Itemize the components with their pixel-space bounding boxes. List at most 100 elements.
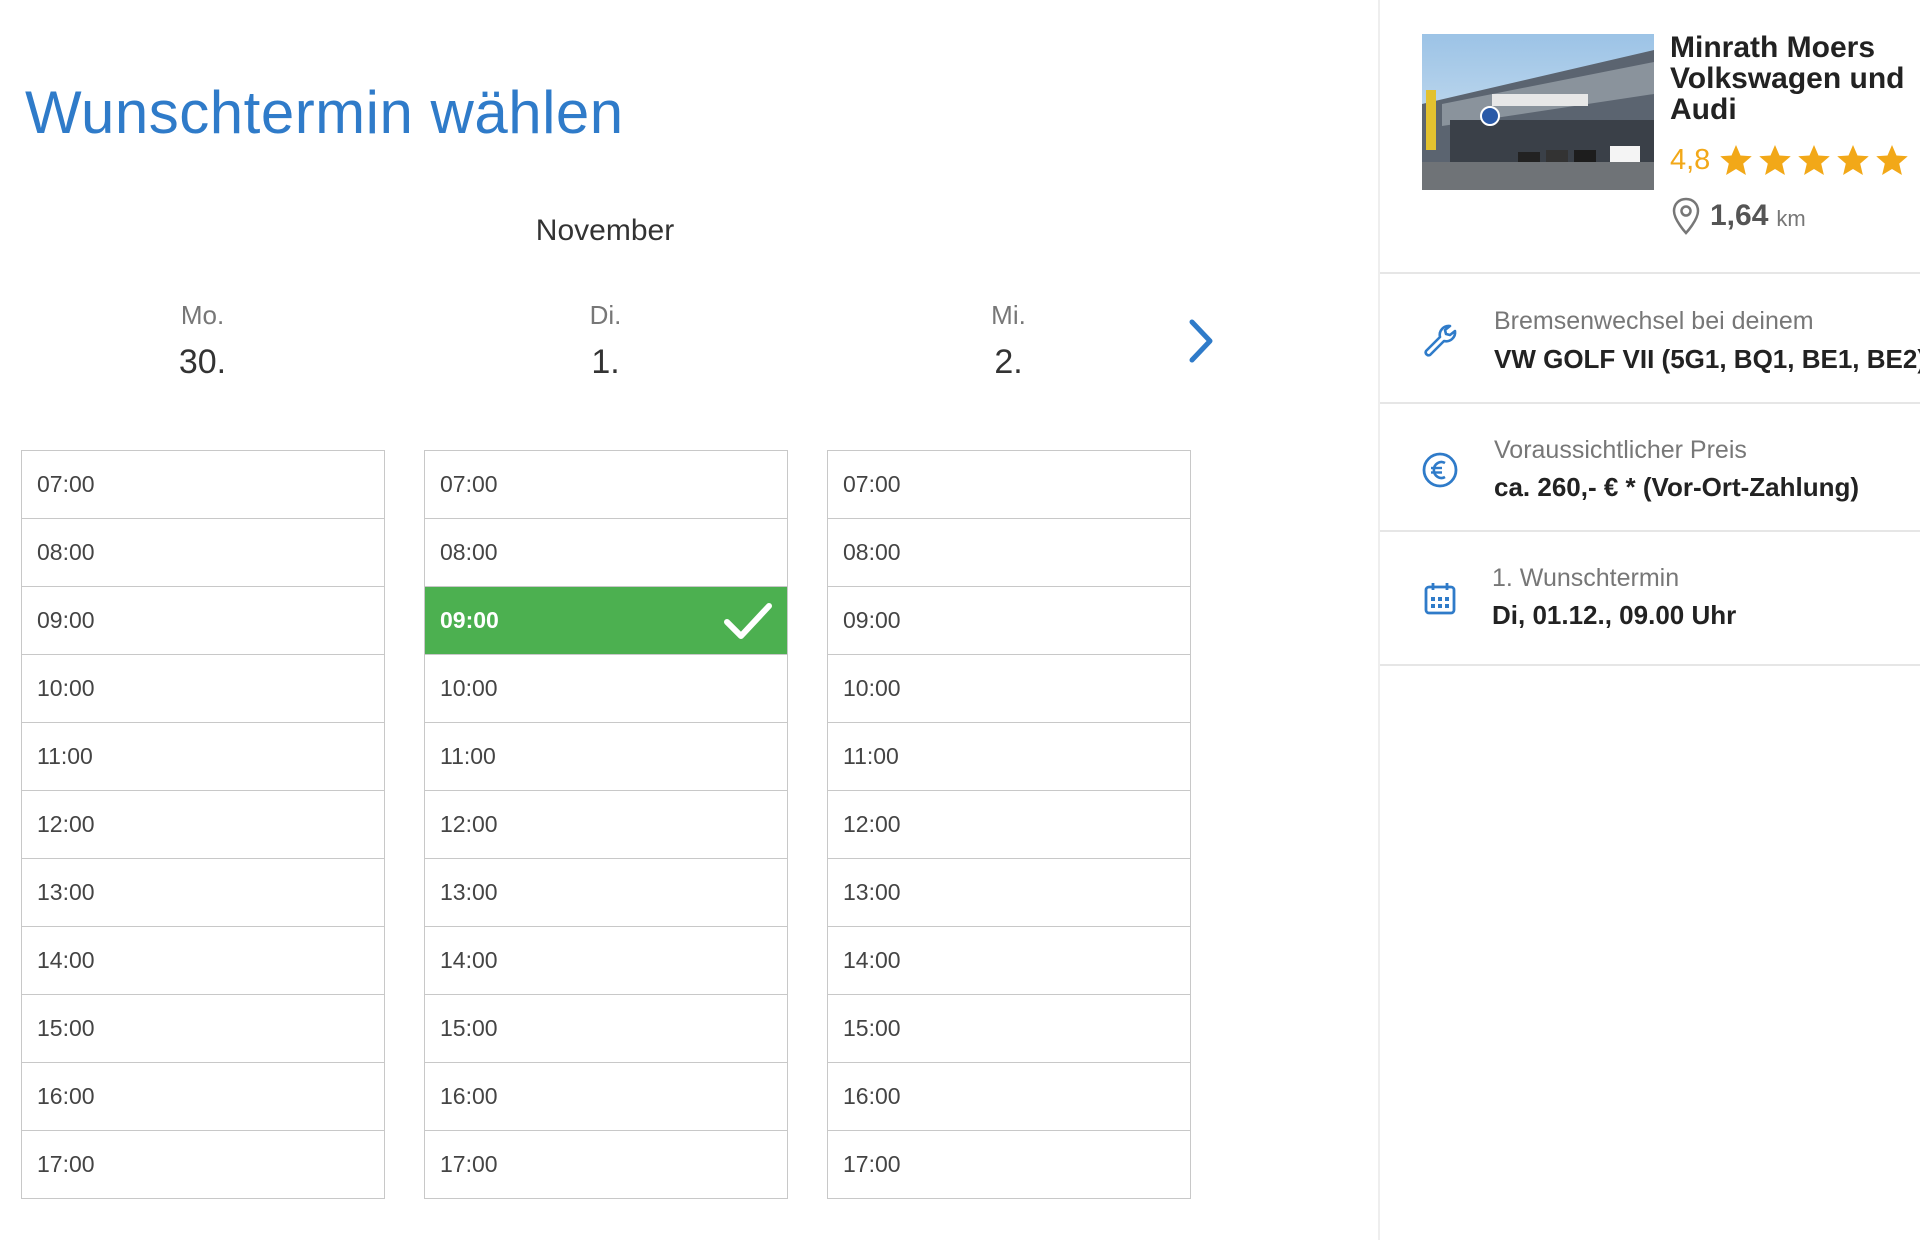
time-slot-label: 09:00 <box>440 607 499 633</box>
time-slot[interactable]: 12:00 <box>22 791 384 859</box>
time-slot[interactable]: 15:00 <box>828 995 1190 1063</box>
time-slot[interactable]: 15:00 <box>425 995 787 1063</box>
distance-unit: km <box>1776 206 1806 231</box>
time-slot[interactable]: 12:00 <box>425 791 787 859</box>
time-slot-label: 12:00 <box>843 811 901 837</box>
time-slot-label: 16:00 <box>440 1083 498 1109</box>
time-slot[interactable]: 14:00 <box>828 927 1190 995</box>
time-slot[interactable]: 11:00 <box>22 723 384 791</box>
time-slot[interactable]: 14:00 <box>22 927 384 995</box>
time-slot[interactable]: 07:00 <box>22 451 384 519</box>
time-slot[interactable]: 13:00 <box>22 859 384 927</box>
time-slot-label: 17:00 <box>843 1151 901 1177</box>
time-slot[interactable]: 17:00 <box>22 1131 384 1199</box>
service-info: Bremsenwechsel bei deinem VW GOLF VII (5… <box>1380 272 1920 402</box>
dealer-rating: 4,8 <box>1670 142 1913 178</box>
time-slot[interactable]: 08:00 <box>22 519 384 587</box>
time-slot-label: 11:00 <box>843 743 899 769</box>
day-number: 30. <box>178 343 227 381</box>
euro-icon <box>1422 452 1458 488</box>
day-name: Mo. <box>180 300 225 330</box>
time-slot[interactable]: 07:00 <box>425 451 787 519</box>
location-pin-icon <box>1672 197 1700 235</box>
time-slot[interactable]: 08:00 <box>828 519 1190 587</box>
time-slot-label: 07:00 <box>440 471 498 497</box>
time-slot[interactable]: 10:00 <box>22 655 384 723</box>
time-slot-label: 08:00 <box>843 539 901 565</box>
time-slot-label: 13:00 <box>37 879 95 905</box>
time-slot-label: 16:00 <box>37 1083 95 1109</box>
star-icon <box>1720 145 1753 175</box>
star-icon <box>1837 145 1870 175</box>
time-slot-label: 16:00 <box>843 1083 901 1109</box>
month-label: November <box>535 214 675 247</box>
timeslot-column-tuesday: 07:00 08:00 09:00 10:00 11:00 12:00 13:0… <box>424 450 788 1199</box>
time-slot-label: 15:00 <box>843 1015 901 1041</box>
calendar-icon <box>1424 583 1456 615</box>
day-name: Di. <box>589 300 622 330</box>
time-slot-label: 14:00 <box>440 947 498 973</box>
dealer-distance: 1,64 km <box>1670 196 1806 236</box>
time-slot-label: 15:00 <box>440 1015 498 1041</box>
time-slot[interactable]: 07:00 <box>828 451 1190 519</box>
service-value: VW GOLF VII (5G1, BQ1, BE1, BE2) <box>1494 344 1920 374</box>
time-slot-label: 10:00 <box>843 675 901 701</box>
main-panel: Wunschtermin wählen November Mo. 30. Di.… <box>0 0 1378 1240</box>
star-icon <box>1759 145 1792 175</box>
timeslot-column-wednesday: 07:00 08:00 09:00 10:00 11:00 12:00 13:0… <box>827 450 1191 1199</box>
service-label: Bremsenwechsel bei deinem <box>1494 307 1814 335</box>
dealer-name: Minrath Moers Volkswagen und Audi <box>1670 31 1905 126</box>
time-slot[interactable]: 12:00 <box>828 791 1190 859</box>
time-slot-label: 10:00 <box>37 675 95 701</box>
rating-value: 4,8 <box>1670 143 1711 176</box>
appointment-label: 1. Wunschtermin <box>1492 564 1680 592</box>
time-slot-label: 12:00 <box>37 811 95 837</box>
time-slot-label: 08:00 <box>440 539 498 565</box>
time-slot[interactable]: 13:00 <box>425 859 787 927</box>
time-slot-label: 17:00 <box>440 1151 498 1177</box>
time-slot[interactable]: 08:00 <box>425 519 787 587</box>
price-label: Voraussichtlicher Preis <box>1494 436 1747 464</box>
day-name: Mi. <box>991 300 1026 330</box>
time-slot-label: 12:00 <box>440 811 498 837</box>
time-slot[interactable]: 11:00 <box>425 723 787 791</box>
time-slot[interactable]: 10:00 <box>425 655 787 723</box>
checkmark-icon <box>724 603 772 639</box>
time-slot[interactable]: 16:00 <box>425 1063 787 1131</box>
time-slot[interactable]: 11:00 <box>828 723 1190 791</box>
time-slot[interactable]: 17:00 <box>828 1131 1190 1199</box>
day-header-wednesday: Mi. 2. <box>827 300 1190 382</box>
time-slot[interactable]: 17:00 <box>425 1131 787 1199</box>
star-icon <box>1876 145 1909 175</box>
time-slot[interactable]: 15:00 <box>22 995 384 1063</box>
time-slot[interactable]: 09:00 <box>828 587 1190 655</box>
time-slot-label: 10:00 <box>440 675 498 701</box>
page-title: Wunschtermin wählen <box>25 79 624 146</box>
next-days-button[interactable] <box>1182 316 1222 366</box>
time-slot-label: 15:00 <box>37 1015 95 1041</box>
appointment-info: 1. Wunschtermin Di, 01.12., 09.00 Uhr <box>1380 530 1920 666</box>
time-slot[interactable]: 16:00 <box>828 1063 1190 1131</box>
time-slot-label: 07:00 <box>37 471 95 497</box>
timeslot-column-monday: 07:00 08:00 09:00 10:00 11:00 12:00 13:0… <box>21 450 385 1199</box>
time-slot-label: 17:00 <box>37 1151 95 1177</box>
time-slot[interactable]: 16:00 <box>22 1063 384 1131</box>
star-icon <box>1798 145 1831 175</box>
wrench-icon <box>1424 324 1457 357</box>
day-number: 1. <box>591 343 620 381</box>
dealer-photo <box>1422 34 1654 190</box>
day-header-monday: Mo. 30. <box>21 300 384 382</box>
price-value: ca. 260,- € * (Vor-Ort-Zahlung) <box>1494 472 1860 502</box>
day-number: 2. <box>994 343 1023 381</box>
appointment-value: Di, 01.12., 09.00 Uhr <box>1492 600 1737 630</box>
time-slot-selected[interactable]: 09:00 <box>425 587 787 655</box>
time-slot-label: 07:00 <box>843 471 901 497</box>
distance-value: 1,64 <box>1710 199 1769 232</box>
time-slot-label: 11:00 <box>440 743 496 769</box>
time-slot[interactable]: 10:00 <box>828 655 1190 723</box>
time-slot-label: 13:00 <box>843 879 901 905</box>
time-slot[interactable]: 14:00 <box>425 927 787 995</box>
time-slot[interactable]: 13:00 <box>828 859 1190 927</box>
time-slot[interactable]: 09:00 <box>22 587 384 655</box>
time-slot-label: 09:00 <box>843 607 901 633</box>
